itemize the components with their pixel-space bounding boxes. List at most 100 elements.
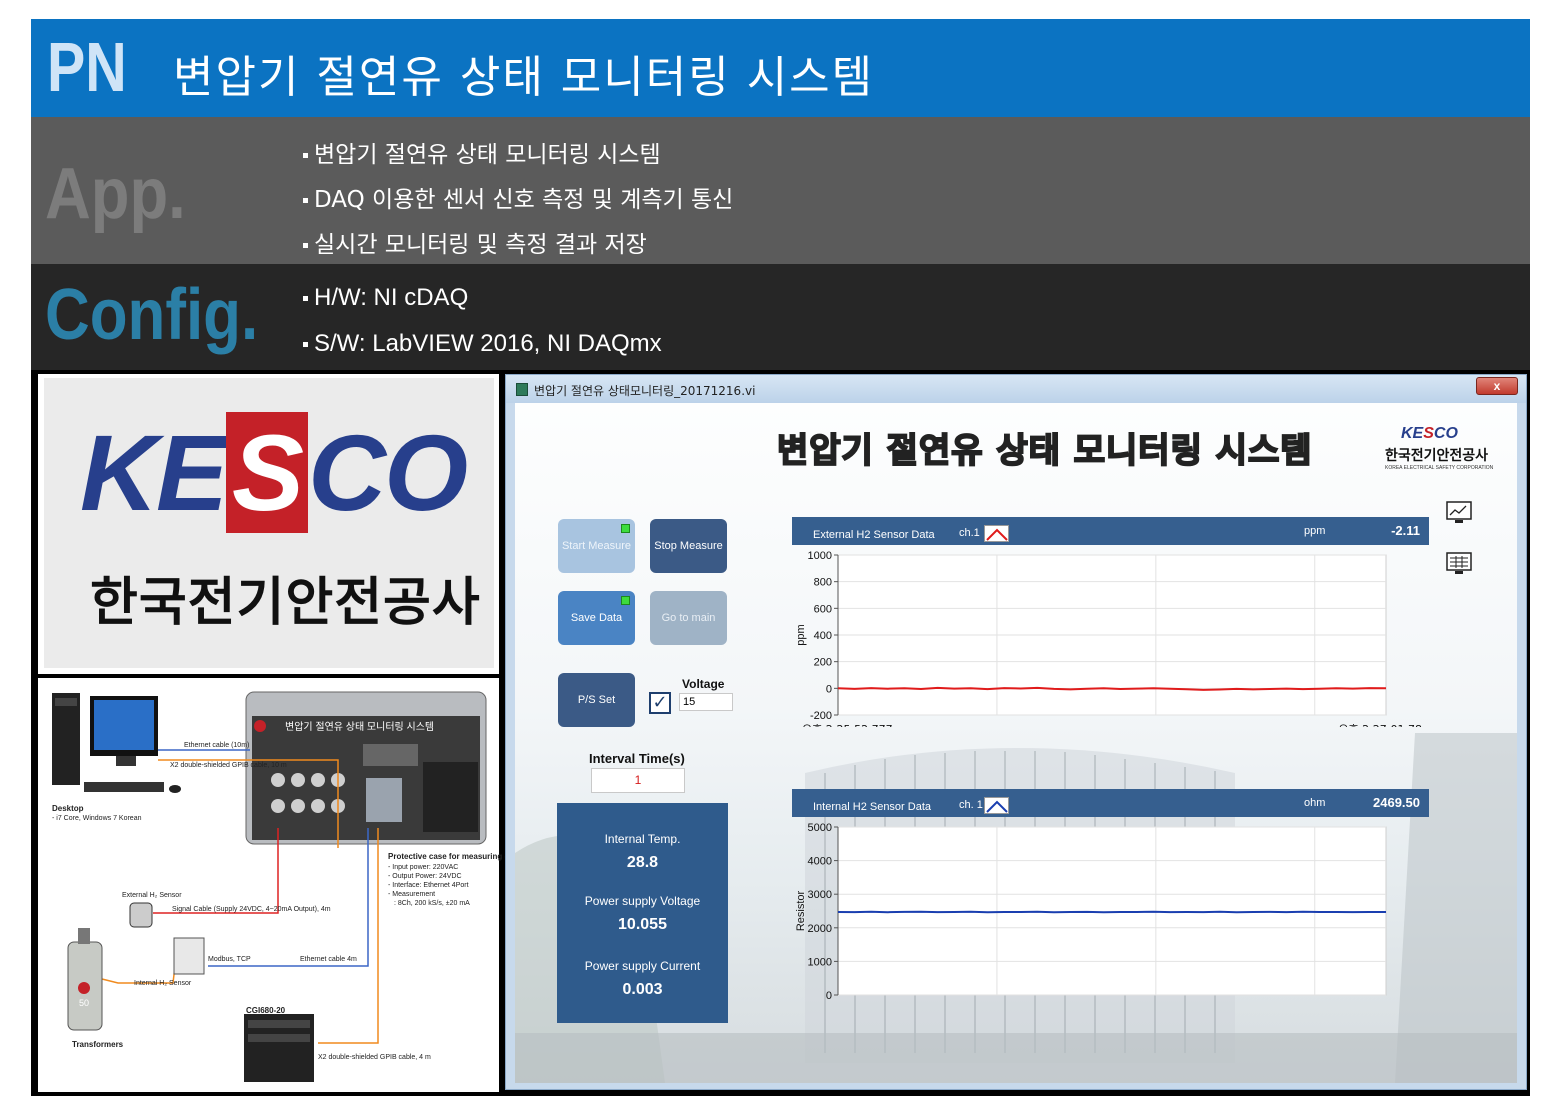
table-view-icon[interactable] (1446, 552, 1472, 576)
start-led-icon (621, 524, 630, 533)
app-window: 변압기 절연유 상태모니터링_20171216.vi x 변압기 절연유 상태 … (505, 374, 1527, 1090)
legend-plot-icon[interactable] (984, 525, 1009, 542)
status-panel: Internal Temp. 28.8 Power supply Voltage… (557, 803, 728, 1023)
config-section: Config. H/W: NI cDAQ S/W: LabVIEW 2016, … (31, 264, 1530, 370)
stat-temp-label: Internal Temp. (604, 832, 681, 846)
y-tick-label: 3000 (808, 889, 832, 901)
chart-current-value: -2.11 (1391, 523, 1420, 538)
desktop-label: Desktop (52, 804, 84, 813)
config-label: Config. (45, 275, 259, 355)
y-tick-label: 200 (814, 657, 832, 669)
stat-voltage-value: 10.055 (618, 916, 667, 933)
y-tick-label: 0 (826, 683, 832, 695)
go-to-main-button[interactable]: Go to main (650, 591, 727, 645)
save-led-icon (621, 596, 630, 605)
chart-header: External H2 Sensor Data ch.1 ppm -2.11 (792, 517, 1429, 545)
app-bullet-3: 실시간 모니터링 및 측정 결과 저장 (303, 225, 647, 259)
window-title: 변압기 절연유 상태모니터링_20171216.vi (534, 384, 756, 398)
y-tick-label: 1000 (808, 956, 832, 968)
pn-badge: PN (47, 28, 127, 106)
voltage-input[interactable]: 15 (679, 693, 733, 711)
interval-label: Interval Time(s) (589, 751, 685, 766)
start-measure-button[interactable]: Start Measure (558, 519, 635, 573)
modbus-label: Modbus, TCP (208, 956, 251, 963)
case-spec: - Measurement (388, 891, 436, 898)
app-title: 변압기 절연유 상태 모니터링 시스템 (776, 430, 1313, 472)
chart-plot-area: 500040003000200010000Resistor오전 9:00:00.… (795, 822, 1387, 999)
signal-cable-label: Signal Cable (Supply 24VDC, 4~20mA Outpu… (172, 906, 331, 913)
bullet-icon (303, 243, 308, 248)
kesco-korean-name: 한국전기안전공사 (90, 573, 481, 633)
stat-current-label: Power supply Current (584, 959, 701, 973)
chart-channel: ch.1 (959, 527, 980, 539)
app-bullet-1: 변압기 절연유 상태 모니터링 시스템 (303, 135, 661, 169)
voltage-label: Voltage (682, 677, 725, 691)
y-tick-label: -200 (810, 710, 832, 722)
kesco-small-logo: KESCO 한국전기안전공사 KOREA ELECTRICAL SAFETY C… (1385, 425, 1505, 475)
tank-number: 50 (79, 998, 90, 1008)
chart-header: Internal H2 Sensor Data ch. 1 ohm 2469.5… (792, 789, 1429, 817)
ethernet-4m-label: Ethernet cable 4m (300, 956, 357, 963)
window-client: 변압기 절연유 상태 모니터링 시스템 KESCO 한국전기안전공사 KOREA… (515, 403, 1517, 1083)
series-line (837, 910, 1386, 914)
device-title: 변압기 절연유 상태 모니터링 시스템 (285, 722, 435, 733)
transformers-label: Transformers (72, 1040, 124, 1049)
y-tick-label: 1000 (808, 550, 832, 562)
y-tick-label: 0 (826, 990, 832, 999)
window-close-button[interactable]: x (1476, 377, 1518, 395)
chart-current-value: 2469.50 (1373, 795, 1420, 810)
chart-unit: ppm (1304, 525, 1326, 537)
page: PN 변압기 절연유 상태 모니터링 시스템 App. 변압기 절연유 상태 모… (0, 0, 1541, 1105)
legend-plot-icon[interactable] (984, 797, 1009, 814)
ext-sensor-label: External H₂ Sensor (122, 892, 182, 899)
y-tick-label: 600 (814, 603, 832, 615)
window-titlebar[interactable]: 변압기 절연유 상태모니터링_20171216.vi x (506, 375, 1526, 403)
save-data-button[interactable]: Save Data (558, 591, 635, 645)
stop-measure-button[interactable]: Stop Measure (650, 519, 727, 573)
internal-h2-chart: Internal H2 Sensor Data ch. 1 ohm 2469.5… (792, 789, 1429, 999)
kesco-wordmark: KESCO (80, 412, 468, 533)
kesco-small-korean: 한국전기안전공사 (1385, 448, 1489, 464)
y-axis-label: ppm (795, 624, 807, 645)
case-spec: - Interface: Ethernet 4Port (388, 882, 469, 889)
y-tick-label: 4000 (808, 856, 832, 868)
gpib-4m-label: X2 double-shielded GPIB cable, 4 m (318, 1054, 431, 1061)
page-title: 변압기 절연유 상태 모니터링 시스템 (173, 52, 875, 103)
y-axis-label: Resistor (795, 890, 807, 931)
system-diagram: 변압기 절연유 상태 모니터링 시스템 Desktop - i7 Core, W… (38, 678, 529, 1092)
bullet-icon (303, 342, 308, 348)
ps-checkbox[interactable]: ✓ (649, 692, 671, 714)
config-bullet-2: S/W: LabVIEW 2016, NI DAQmx (303, 330, 662, 358)
chart-view-icon[interactable] (1446, 501, 1472, 525)
bullet-icon (303, 153, 308, 158)
x-end-label: 오후 2:27:01.78 (1338, 723, 1422, 727)
interval-input[interactable]: 1 (591, 768, 685, 793)
bullet-icon (303, 296, 308, 302)
case-spec: - Output Power: 24VDC (388, 873, 462, 880)
kesco-logo-panel: KESCO 한국전기안전공사 (38, 374, 499, 674)
kesco-logo: KESCO 한국전기안전공사 (44, 378, 494, 668)
chart-channel: ch. 1 (959, 799, 983, 811)
desktop-spec: - i7 Core, Windows 7 Korean (52, 815, 142, 822)
x-start-label: 오후 2:25:52.777 (802, 723, 893, 727)
y-tick-label: 5000 (808, 822, 832, 834)
labview-vi-icon (516, 383, 528, 396)
app-section: App. 변압기 절연유 상태 모니터링 시스템 DAQ 이용한 센서 신호 측… (31, 117, 1530, 264)
kesco-small-wordmark: KESCO (1401, 425, 1458, 442)
header-bar: PN 변압기 절연유 상태 모니터링 시스템 (31, 19, 1530, 117)
case-spec: - Input power: 220VAC (388, 864, 459, 871)
stat-temp-value: 28.8 (626, 854, 659, 871)
gpib-10m-label: X2 double-shielded GPIB cable, 10 m (170, 762, 287, 769)
chart-plot-area: 1000 800 600 400 200 0 -200 ppm 오후 2:25:52.777 오후… (795, 550, 1422, 727)
kesco-small-english: KOREA ELECTRICAL SAFETY CORPORATION (1385, 465, 1494, 471)
chart-title: External H2 Sensor Data (813, 529, 935, 541)
config-bullet-1: H/W: NI cDAQ (303, 284, 468, 312)
chart-unit: ohm (1304, 797, 1326, 809)
ps-set-button[interactable]: P/S Set (558, 673, 635, 727)
y-tick-label: 2000 (808, 923, 832, 935)
y-tick-label: 800 (814, 577, 832, 589)
stat-voltage-label: Power supply Voltage (584, 894, 701, 908)
stat-current-value: 0.003 (622, 981, 663, 998)
series-line (837, 686, 1387, 691)
instrument-label: CGI680-20 (246, 1006, 286, 1015)
